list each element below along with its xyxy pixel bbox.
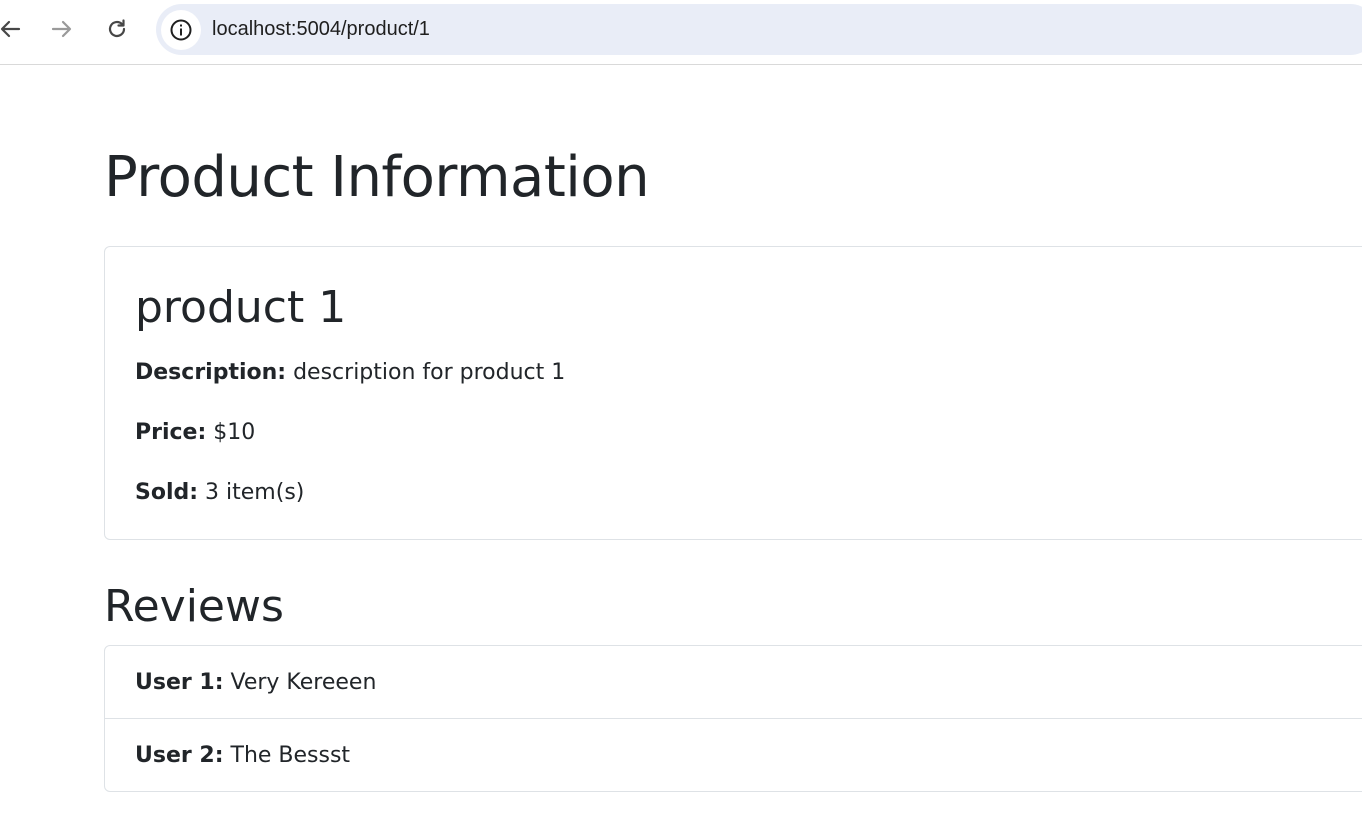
description-value: description for product 1: [293, 360, 566, 385]
product-description: Description: description for product 1: [135, 357, 565, 389]
product-name: product 1: [135, 282, 347, 333]
product-price: Price: $10: [135, 417, 255, 449]
reviews-heading: Reviews: [104, 581, 284, 632]
product-sold: Sold: 3 item(s): [135, 477, 304, 509]
back-button[interactable]: [0, 11, 28, 47]
arrow-left-icon: [0, 20, 21, 38]
sold-value: 3 item(s): [205, 480, 305, 505]
review-item: User 2: The Bessst: [105, 719, 1362, 792]
price-label: Price:: [135, 420, 207, 445]
description-label: Description:: [135, 360, 287, 385]
address-bar[interactable]: localhost:5004/product/1: [156, 4, 1362, 55]
sold-label: Sold:: [135, 480, 199, 505]
arrow-right-icon: [51, 20, 72, 38]
url-text[interactable]: localhost:5004/product/1: [212, 4, 430, 55]
price-value: $10: [213, 420, 256, 445]
review-user: User 1:: [135, 669, 224, 695]
page-title: Product Information: [104, 145, 650, 210]
browser-toolbar: localhost:5004/product/1: [0, 0, 1362, 65]
product-card: product 1 Description: description for p…: [104, 246, 1362, 540]
review-text: Very Kereeen: [230, 669, 377, 695]
info-icon: [170, 19, 192, 41]
reload-button[interactable]: [99, 11, 135, 47]
site-info-button[interactable]: [161, 10, 201, 50]
forward-button[interactable]: [44, 11, 80, 47]
review-list: User 1: Very Kereeen User 2: The Bessst: [104, 645, 1362, 792]
review-item: User 1: Very Kereeen: [105, 646, 1362, 719]
reload-icon: [108, 19, 126, 38]
review-text: The Bessst: [230, 743, 351, 768]
review-user: User 2:: [135, 743, 224, 768]
